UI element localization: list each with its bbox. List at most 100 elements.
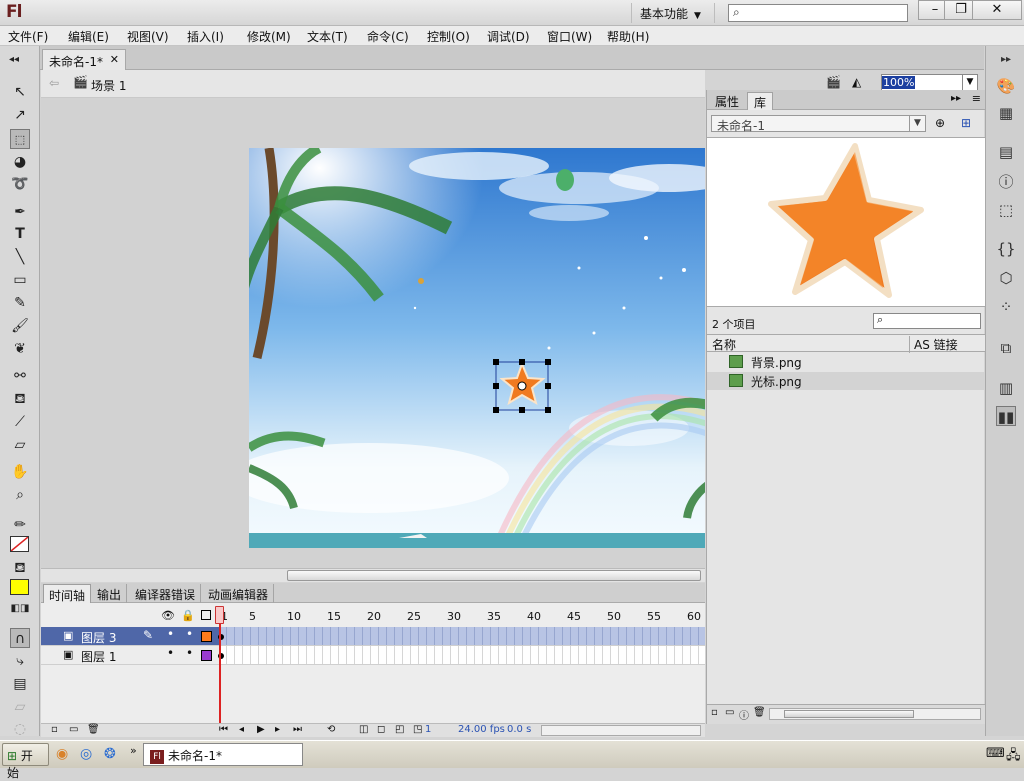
brush-tool-icon[interactable]: 🖌 bbox=[10, 316, 30, 336]
close-button[interactable]: ✕ bbox=[972, 0, 1022, 20]
straighten-icon[interactable]: ▤ bbox=[10, 674, 30, 694]
fill-color-swatch[interactable] bbox=[10, 579, 29, 595]
info-icon[interactable]: ⓘ bbox=[996, 172, 1016, 192]
code-snippets-icon[interactable]: {} bbox=[996, 239, 1016, 259]
pencil-tool-icon[interactable]: ✎ bbox=[10, 293, 30, 313]
play-icon[interactable]: ▶ bbox=[257, 724, 265, 735]
menu-window[interactable]: 窗口(W) bbox=[547, 28, 592, 45]
taskbar-flash-window[interactable]: Fl 未命名-1* bbox=[143, 743, 303, 766]
tab-properties[interactable]: 属性 bbox=[709, 92, 745, 110]
eye-icon[interactable]: 👁 bbox=[161, 609, 175, 622]
start-button[interactable]: ⊞ 开始 bbox=[2, 743, 49, 780]
layer-color-swatch[interactable] bbox=[201, 631, 212, 642]
close-icon[interactable]: ✕ bbox=[110, 53, 119, 66]
step-forward-icon[interactable]: ▸ bbox=[275, 724, 280, 735]
step-back-icon[interactable]: ◂ bbox=[239, 724, 244, 735]
lock-dot[interactable]: • bbox=[186, 627, 193, 641]
transform-icon[interactable]: ⬚ bbox=[996, 200, 1016, 220]
scene-label[interactable]: 场景 1 bbox=[91, 77, 126, 94]
tab-timeline[interactable]: 时间轴 bbox=[43, 584, 92, 603]
current-frame[interactable]: 1 bbox=[425, 724, 431, 735]
frame-rate[interactable]: 24.00 fps bbox=[458, 724, 505, 735]
collapse-arrows-icon[interactable]: ◂◂ bbox=[4, 50, 24, 70]
layer-name[interactable]: 图层 3 bbox=[81, 629, 116, 646]
workspace-switcher[interactable]: 基本功能 ▼ bbox=[631, 3, 715, 23]
library-item[interactable]: 背景.png bbox=[707, 353, 985, 371]
menu-text[interactable]: 文本(T) bbox=[307, 28, 348, 45]
text-tool-icon[interactable]: T bbox=[10, 224, 30, 244]
onion-markers-icon[interactable]: ◳ bbox=[413, 724, 422, 735]
library-item[interactable]: 光标.png bbox=[707, 372, 985, 390]
deco-tool-icon[interactable]: ❦ bbox=[10, 339, 30, 359]
library-scrollbar[interactable] bbox=[769, 708, 981, 720]
column-as-linkage[interactable]: AS 链接 bbox=[909, 336, 958, 353]
keyboard-icon[interactable]: ⌨ bbox=[986, 746, 1005, 761]
delete-layer-icon[interactable]: 🗑 bbox=[87, 724, 100, 735]
selection-tool-icon[interactable]: ↖ bbox=[10, 82, 30, 102]
color-panel-icon[interactable]: 🎨 bbox=[996, 76, 1016, 96]
layer-row-3[interactable]: ▣ 图层 3 ✎ • • bbox=[41, 627, 705, 646]
layer-name[interactable]: 图层 1 bbox=[81, 648, 116, 665]
eraser-icon[interactable]: ▱ bbox=[10, 435, 30, 455]
timeline-scrollbar[interactable] bbox=[541, 725, 701, 736]
stage-canvas[interactable] bbox=[249, 148, 705, 548]
zoom-select[interactable]: 100% ▼ bbox=[881, 74, 978, 91]
loop-icon[interactable]: ⟲ bbox=[327, 724, 335, 735]
line-tool-icon[interactable]: ╲ bbox=[10, 247, 30, 267]
menu-modify[interactable]: 修改(M) bbox=[247, 28, 291, 45]
menu-control[interactable]: 控制(O) bbox=[427, 28, 470, 45]
library-panel-icon[interactable]: ▮▮ bbox=[996, 406, 1016, 426]
menu-file[interactable]: 文件(F) bbox=[8, 28, 48, 45]
eyedropper-icon[interactable]: ⟋ bbox=[10, 412, 30, 432]
onion-skin-icon[interactable]: ◫ bbox=[359, 724, 368, 735]
column-name[interactable]: 名称 bbox=[712, 336, 736, 353]
help-search-input[interactable]: ⌕ bbox=[728, 4, 908, 22]
free-transform-tool-icon[interactable]: ⬚ bbox=[10, 129, 30, 149]
edit-symbol-icon[interactable]: ◭ bbox=[852, 75, 861, 89]
edit-multiple-icon[interactable]: ◰ bbox=[395, 724, 404, 735]
quicklaunch-more-icon[interactable]: » bbox=[130, 744, 137, 757]
delete-icon[interactable]: 🗑 bbox=[753, 707, 766, 718]
document-tab[interactable]: 未命名-1* ✕ bbox=[42, 49, 126, 70]
pen-tool-icon[interactable]: ✒ bbox=[10, 202, 30, 222]
browser-icon[interactable]: ◎ bbox=[80, 746, 92, 762]
lasso-tool-icon[interactable]: ➰ bbox=[10, 174, 30, 194]
3d-rotation-tool-icon[interactable]: ◕ bbox=[10, 152, 30, 172]
last-frame-icon[interactable]: ⏭ bbox=[293, 724, 302, 735]
library-search-input[interactable]: ⌕ bbox=[873, 313, 981, 329]
outline-icon[interactable] bbox=[201, 610, 211, 620]
hand-tool-icon[interactable]: ✋ bbox=[10, 462, 30, 482]
tab-output[interactable]: 输出 bbox=[92, 584, 128, 603]
properties-icon[interactable]: ⓘ bbox=[739, 707, 749, 722]
menu-help[interactable]: 帮助(H) bbox=[607, 28, 649, 45]
subselection-tool-icon[interactable]: ↗ bbox=[10, 105, 30, 125]
project-icon[interactable]: ⧉ bbox=[996, 338, 1016, 358]
layer-color-swatch[interactable] bbox=[201, 650, 212, 661]
network-icon[interactable]: 🖧 bbox=[1006, 746, 1021, 768]
rectangle-tool-icon[interactable]: ▭ bbox=[10, 270, 30, 290]
onion-outline-icon[interactable]: ◻ bbox=[377, 724, 385, 735]
lock-dot[interactable]: • bbox=[186, 646, 193, 660]
app-icon[interactable]: ❂ bbox=[104, 746, 116, 762]
new-library-panel-icon[interactable]: ⊞ bbox=[961, 116, 971, 130]
motion-presets-icon[interactable]: ⁘ bbox=[996, 297, 1016, 317]
components-icon[interactable]: ⬡ bbox=[996, 268, 1016, 288]
chevron-down-icon[interactable]: ▼ bbox=[962, 75, 977, 90]
bone-tool-icon[interactable]: ⚯ bbox=[10, 366, 30, 386]
visibility-dot[interactable]: • bbox=[167, 627, 174, 641]
smooth-icon[interactable]: ⤷ bbox=[10, 651, 30, 671]
visibility-dot[interactable]: • bbox=[167, 646, 174, 660]
new-folder-icon[interactable]: ▭ bbox=[725, 707, 734, 718]
menu-view[interactable]: 视图(V) bbox=[127, 28, 169, 45]
menu-edit[interactable]: 编辑(E) bbox=[68, 28, 109, 45]
zoom-tool-icon[interactable]: ⌕ bbox=[10, 485, 30, 505]
menu-insert[interactable]: 插入(I) bbox=[187, 28, 224, 45]
scrollbar-thumb[interactable] bbox=[287, 570, 701, 581]
tab-motion-editor[interactable]: 动画编辑器 bbox=[203, 584, 275, 603]
scrollbar-thumb[interactable] bbox=[784, 710, 914, 718]
playhead[interactable] bbox=[219, 607, 221, 732]
first-frame-icon[interactable]: ⏮ bbox=[219, 724, 228, 735]
align-icon[interactable]: ▤ bbox=[996, 142, 1016, 162]
tab-compiler-errors[interactable]: 编译器错误 bbox=[130, 584, 202, 603]
edit-scene-icon[interactable]: 🎬 bbox=[826, 75, 841, 89]
